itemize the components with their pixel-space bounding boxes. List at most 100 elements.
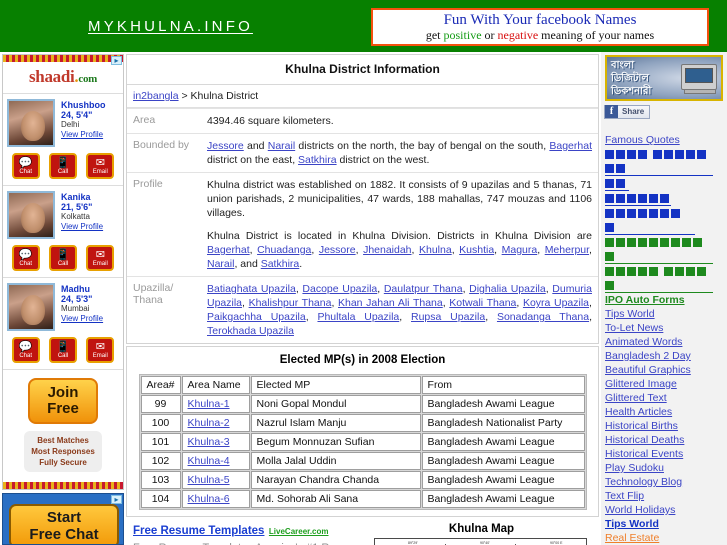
resume-ad-source[interactable]: LiveCareer.com — [269, 527, 329, 536]
facebook-names-ad[interactable]: Fun With Your facebook Names get positiv… — [371, 8, 709, 46]
chat-button[interactable]: 💬 Chat — [11, 337, 40, 363]
profile-city: Delhi — [61, 120, 80, 129]
sidebar-link-historical-events[interactable]: Historical Events — [605, 447, 727, 461]
link-upazila-13[interactable]: Terokhada Upazila — [207, 325, 294, 337]
sidebar-link-historical-deaths[interactable]: Historical Deaths — [605, 433, 727, 447]
link-div-bagerhat[interactable]: Bagerhat — [207, 244, 250, 256]
link-div-chuadanga[interactable]: Chuadanga — [257, 244, 311, 256]
call-button[interactable]: 📱 Call — [48, 337, 77, 363]
link-khulna-5[interactable]: Khulna-5 — [188, 474, 230, 486]
start-free-chat-button[interactable]: Start Free Chat — [9, 504, 119, 544]
sidebar-link-bangladesh-2-day[interactable]: Bangladesh 2 Day — [605, 349, 727, 363]
view-profile-link[interactable]: View Profile — [61, 222, 103, 232]
sidebar-link-to-let-news[interactable]: To-Let News — [605, 321, 727, 335]
facebook-share-button[interactable]: f Share — [604, 104, 651, 119]
link-jessore[interactable]: Jessore — [207, 140, 244, 152]
email-button[interactable]: ✉ Email — [86, 337, 115, 363]
ad-sub-pre: get — [425, 27, 444, 42]
chat-button[interactable]: 💬 Chat — [11, 153, 40, 179]
link-khulna-1[interactable]: Khulna-1 — [188, 398, 230, 410]
avatar — [7, 191, 55, 239]
table-row: 103 Khulna-5 Narayan Chandra Chanda Bang… — [140, 471, 585, 489]
profile-card[interactable]: Kanika 21, 5'6" Kolkatta View Profile — [3, 185, 123, 241]
link-upazila-11[interactable]: Rupsa Upazila — [411, 311, 485, 323]
sidebar-link-technology-blog[interactable]: Technology Blog — [605, 475, 727, 489]
call-button[interactable]: 📱 Call — [48, 153, 77, 179]
adchoices-icon[interactable]: ▸ — [111, 56, 122, 65]
join-free-button[interactable]: Join Free — [28, 378, 98, 424]
link-upazila-0[interactable]: Batiaghata Upazila — [207, 283, 296, 295]
link-satkhira[interactable]: Satkhira — [298, 154, 337, 166]
sidebar-link-glittered-image[interactable]: Glittered Image — [605, 377, 727, 391]
link-khulna-3[interactable]: Khulna-3 — [188, 436, 230, 448]
info-key: Profile — [127, 172, 201, 277]
link-div-kushtia[interactable]: Kushtia — [459, 244, 494, 256]
link-upazila-2[interactable]: Daulatpur Thana — [384, 283, 463, 295]
shaadi-ad[interactable]: ▸ shaadi.com Khushboo 24, 5'4" Delhi Vie… — [2, 54, 124, 490]
link-upazila-9[interactable]: Paikgachha Upazila — [207, 311, 306, 323]
sidebar-link-play-sudoku[interactable]: Play Sudoku — [605, 461, 727, 475]
link-upazila-7[interactable]: Kotwali Thana — [449, 297, 516, 309]
link-khulna-4[interactable]: Khulna-4 — [188, 455, 230, 467]
bengali-link-row[interactable] — [605, 235, 713, 264]
adchoices-icon[interactable]: ▸ — [111, 495, 122, 504]
call-button[interactable]: 📱 Call — [48, 245, 77, 271]
breadcrumb-link-in2bangla[interactable]: in2bangla — [133, 90, 179, 102]
link-upazila-12[interactable]: Sonadanga Thana — [497, 311, 589, 323]
sidebar-link-text-flip[interactable]: Text Flip — [605, 489, 727, 503]
bengali-link-row[interactable] — [605, 176, 629, 191]
link-div-narail[interactable]: Narail — [207, 258, 234, 270]
free-chat-ad[interactable]: ▸ Start Free Chat — [2, 493, 124, 545]
ad-benefits: Best Matches Most Responses Fully Secure — [24, 431, 102, 472]
bengali-link-row[interactable] — [605, 191, 671, 206]
link-div-khulna[interactable]: Khulna — [419, 244, 452, 256]
khulna-map-image[interactable]: 89°29' 90°40' 90°00 E 23° 03 N 23° 02' N… — [374, 538, 587, 545]
email-button[interactable]: ✉ Email — [86, 245, 115, 271]
link-div-jhenaidah[interactable]: Jhenaidah — [363, 244, 411, 256]
sidebar-link-historical-births[interactable]: Historical Births — [605, 419, 727, 433]
sidebar-link-tips-world[interactable]: Tips World — [605, 307, 727, 321]
link-div-satkhira[interactable]: Satkhira — [261, 258, 300, 270]
bengali-link-row[interactable] — [605, 147, 713, 176]
view-profile-link[interactable]: View Profile — [61, 130, 106, 140]
email-button[interactable]: ✉ Email — [86, 153, 115, 179]
link-upazila-3[interactable]: Dighalia Upazila — [469, 283, 546, 295]
site-header: MYKHULNA.INFO Fun With Your facebook Nam… — [0, 0, 727, 52]
link-div-jessore[interactable]: Jessore — [319, 244, 356, 256]
profile-card[interactable]: Khushboo 24, 5'4" Delhi View Profile — [3, 93, 123, 149]
link-div-magura[interactable]: Magura — [502, 244, 538, 256]
resume-ad[interactable]: Free Resume Templates LiveCareer.com Fre… — [124, 521, 374, 545]
sidebar-link-ipo-auto-forms[interactable]: IPO Auto Forms — [605, 293, 727, 307]
sidebar-link-beautiful-graphics[interactable]: Beautiful Graphics — [605, 363, 727, 377]
view-profile-link[interactable]: View Profile — [61, 314, 103, 324]
link-khulna-2[interactable]: Khulna-2 — [188, 417, 230, 429]
site-title-link[interactable]: MYKHULNA.INFO — [88, 18, 253, 35]
link-upazila-10[interactable]: Phultala Upazila — [317, 311, 399, 323]
info-row-upazila: Upazilla/ Thana Batiaghata Upazila, Daco… — [127, 276, 598, 343]
chat-button[interactable]: 💬 Chat — [11, 245, 40, 271]
link-upazila-8[interactable]: Koyra Upazila — [523, 297, 589, 309]
link-upazila-1[interactable]: Dacope Upazila — [302, 283, 377, 295]
link-famous-quotes[interactable]: Famous Quotes — [605, 133, 727, 147]
page-title: Khulna District Information — [127, 55, 598, 85]
sidebar-link-world-holidays[interactable]: World Holidays — [605, 503, 727, 517]
link-upazila-5[interactable]: Khalishpur Thana — [249, 297, 332, 309]
link-narail[interactable]: Narail — [268, 140, 295, 152]
profile-paragraph-2: Khulna District is located in Khulna Div… — [207, 230, 592, 270]
link-khulna-6[interactable]: Khulna-6 — [188, 493, 230, 505]
link-upazila-6[interactable]: Khan Jahan Ali Thana — [338, 297, 443, 309]
email-label: Email — [92, 353, 108, 359]
resume-ad-title[interactable]: Free Resume Templates — [133, 525, 264, 537]
sidebar-link-animated-words[interactable]: Animated Words — [605, 335, 727, 349]
bengali-link-row[interactable] — [605, 264, 713, 293]
link-div-meherpur[interactable]: Meherpur — [545, 244, 589, 256]
bangla-dictionary-banner[interactable]: বাংলা ডিজিটাল ডিকশনারী — [605, 55, 723, 101]
sidebar-link-health-articles[interactable]: Health Articles — [605, 405, 727, 419]
sidebar-link-tips-world-2[interactable]: Tips World — [605, 517, 727, 531]
sidebar-link-real-estate[interactable]: Real Estate — [605, 531, 727, 545]
sidebar-link-glittered-text[interactable]: Glittered Text — [605, 391, 727, 405]
profile-card[interactable]: Madhu 24, 5'3" Mumbai View Profile — [3, 277, 123, 333]
call-label: Call — [57, 353, 69, 359]
bengali-link-row[interactable] — [605, 206, 695, 235]
link-bagerhat[interactable]: Bagerhat — [549, 140, 592, 152]
